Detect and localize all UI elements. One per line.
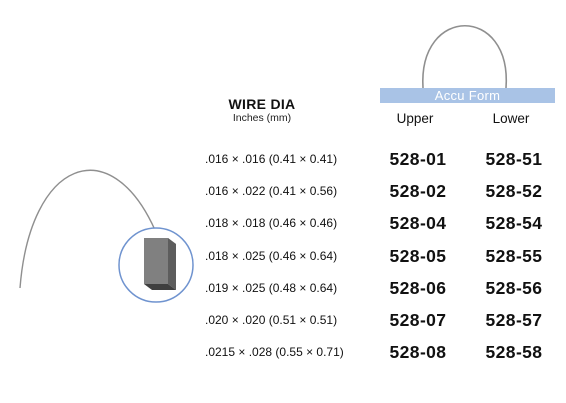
wire-dimension: .019 × .025 (0.48 × 0.64) (205, 281, 338, 295)
lower-part-number: 528-57 (485, 310, 543, 330)
table-row: .016 × .022 (0.41 × 0.56) 528-02 528-52 (0, 179, 566, 203)
table-row: .018 × .025 (0.46 × 0.64) 528-05 528-55 (0, 244, 566, 268)
wire-dimension: .018 × .018 (0.46 × 0.46) (205, 216, 338, 230)
lower-part-number: 528-51 (485, 149, 543, 169)
upper-column-header: Upper (396, 111, 434, 126)
upper-part-number: 528-02 (389, 181, 447, 201)
archwire-arch-icon (422, 25, 507, 89)
wire-dimension: .0215 × .028 (0.55 × 0.71) (205, 345, 344, 359)
upper-part-number: 528-04 (389, 213, 447, 233)
lower-column-header: Lower (492, 111, 530, 126)
upper-part-number: 528-08 (389, 342, 447, 362)
lower-part-number: 528-54 (485, 213, 543, 233)
wire-dimension: .020 × .020 (0.51 × 0.51) (205, 313, 338, 327)
upper-part-number: 528-06 (389, 278, 447, 298)
wire-dimension: .016 × .022 (0.41 × 0.56) (205, 184, 338, 198)
table-row: .0215 × .028 (0.55 × 0.71) 528-08 528-58 (0, 340, 566, 364)
table-row: .020 × .020 (0.51 × 0.51) 528-07 528-57 (0, 308, 566, 332)
accu-form-band: Accu Form (380, 88, 555, 103)
upper-part-number: 528-07 (389, 310, 447, 330)
table-row: .016 × .016 (0.41 × 0.41) 528-01 528-51 (0, 147, 566, 171)
table-row: .018 × .018 (0.46 × 0.46) 528-04 528-54 (0, 211, 566, 235)
upper-part-number: 528-01 (389, 149, 447, 169)
wire-dimension: .018 × .025 (0.46 × 0.64) (205, 249, 338, 263)
upper-part-number: 528-05 (389, 246, 447, 266)
lower-part-number: 528-55 (485, 246, 543, 266)
lower-part-number: 528-56 (485, 278, 543, 298)
lower-part-number: 528-52 (485, 181, 543, 201)
wire-dia-heading: WIRE DIA (228, 96, 296, 112)
table-row: .019 × .025 (0.48 × 0.64) 528-06 528-56 (0, 276, 566, 300)
wire-dimension: .016 × .016 (0.41 × 0.41) (205, 152, 338, 166)
units-subheading: Inches (mm) (232, 112, 292, 124)
lower-part-number: 528-58 (485, 342, 543, 362)
